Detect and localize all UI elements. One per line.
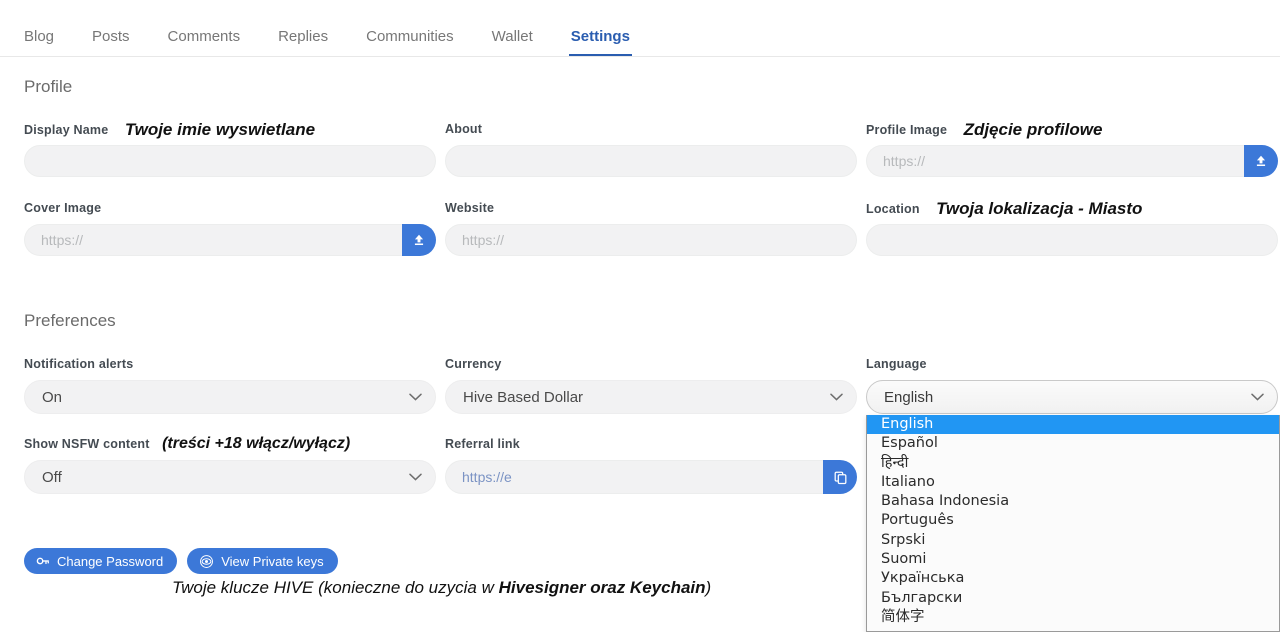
language-option[interactable]: Español	[867, 434, 1279, 453]
cover-image-label: Cover Image	[24, 200, 102, 215]
location-input-wrap	[866, 224, 1278, 256]
keys-footnote-bold: Hivesigner oraz Keychain	[498, 578, 706, 597]
location-annotation: Twoja lokalizacja - Miasto	[936, 199, 1143, 218]
website-label-row: Website	[445, 199, 857, 219]
language-option[interactable]: हिन्दी	[867, 454, 1279, 473]
currency-label-row: Currency	[445, 355, 857, 375]
location-input[interactable]	[866, 224, 1278, 256]
tab-settings[interactable]: Settings	[568, 29, 633, 56]
website-input[interactable]	[445, 224, 857, 256]
keys-footnote: Twoje klucze HIVE (konieczne do uzycia w…	[172, 578, 711, 598]
about-input[interactable]	[445, 145, 857, 177]
keys-footnote-part1: Twoje klucze HIVE (konieczne do uzycia w	[172, 578, 499, 597]
change-password-button[interactable]: Change Password	[24, 548, 178, 574]
profile-image-annotation: Zdjęcie profilowe	[963, 120, 1103, 139]
display-name-input-wrap	[24, 145, 436, 177]
tab-posts[interactable]: Posts	[92, 29, 130, 56]
field-referral-link: Referral link	[445, 435, 857, 494]
eye-icon	[200, 554, 214, 568]
field-show-nsfw: Show NSFW content (treści +18 włącz/wyłą…	[24, 435, 436, 494]
referral-link-input-wrap	[445, 460, 857, 494]
key-icon	[36, 557, 49, 565]
show-nsfw-label: Show NSFW content	[24, 437, 150, 451]
profile-image-label: Profile Image	[866, 123, 948, 137]
notification-alerts-select[interactable]: On	[24, 380, 436, 414]
field-currency: Currency Hive Based Dollar	[445, 355, 857, 414]
language-option[interactable]: Български	[867, 589, 1279, 608]
field-about: About	[445, 120, 857, 177]
language-option[interactable]: Português	[867, 511, 1279, 530]
location-label-row: Location Twoja lokalizacja - Miasto	[866, 199, 1278, 219]
about-input-wrap	[445, 145, 857, 177]
language-option[interactable]: 简体字	[867, 608, 1279, 627]
tab-wallet[interactable]: Wallet	[492, 29, 533, 56]
language-label-row: Language	[866, 355, 1278, 375]
language-option[interactable]: Suomi	[867, 550, 1279, 569]
show-nsfw-select[interactable]: Off	[24, 460, 436, 494]
about-label-row: About	[445, 120, 857, 140]
notification-alerts-label: Notification alerts	[24, 356, 134, 371]
field-website: Website	[445, 199, 857, 256]
tab-comments[interactable]: Comments	[168, 29, 241, 56]
language-option[interactable]: Українська	[867, 569, 1279, 588]
profile-image-upload-button[interactable]	[1244, 145, 1278, 177]
display-name-label: Display Name	[24, 123, 109, 137]
field-profile-image: Profile Image Zdjęcie profilowe	[866, 120, 1278, 177]
field-display-name: Display Name Twoje imie wyswietlane	[24, 120, 436, 177]
about-label: About	[445, 121, 483, 136]
profile-image-input-wrap	[866, 145, 1278, 177]
view-private-keys-button[interactable]: View Private keys	[187, 548, 338, 574]
profile-image-label-row: Profile Image Zdjęcie profilowe	[866, 120, 1278, 140]
currency-label: Currency	[445, 356, 502, 371]
notification-alerts-label-row: Notification alerts	[24, 355, 436, 375]
language-select-wrap: English	[866, 380, 1278, 414]
notification-alerts-select-wrap: On	[24, 380, 436, 414]
referral-link-label: Referral link	[445, 436, 520, 451]
change-password-label: Change Password	[57, 553, 164, 569]
cover-image-input[interactable]	[24, 224, 402, 256]
view-private-keys-label: View Private keys	[221, 553, 324, 569]
language-option[interactable]: Srpski	[867, 531, 1279, 550]
cover-image-upload-button[interactable]	[402, 224, 436, 256]
referral-link-label-row: Referral link	[445, 435, 857, 455]
profile-section-title: Profile	[24, 77, 73, 96]
cover-image-label-row: Cover Image	[24, 199, 436, 219]
website-input-wrap	[445, 224, 857, 256]
show-nsfw-select-wrap: Off	[24, 460, 436, 494]
profile-image-input[interactable]	[866, 145, 1244, 177]
upload-icon	[414, 234, 424, 246]
field-cover-image: Cover Image	[24, 199, 436, 256]
show-nsfw-annotation: (treści +18 włącz/wyłącz)	[162, 435, 351, 452]
account-actions-row: Change Password View Private keys	[24, 548, 338, 574]
tab-replies[interactable]: Replies	[278, 29, 328, 56]
upload-icon	[1256, 155, 1266, 167]
field-notification-alerts: Notification alerts On	[24, 355, 436, 414]
display-name-input[interactable]	[24, 145, 436, 177]
language-select[interactable]: English	[866, 380, 1278, 414]
referral-link-copy-button[interactable]	[823, 460, 857, 494]
language-option[interactable]: Bahasa Indonesia	[867, 492, 1279, 511]
currency-select[interactable]: Hive Based Dollar	[445, 380, 857, 414]
language-option[interactable]: English	[867, 415, 1279, 435]
copy-icon	[834, 471, 846, 484]
display-name-annotation: Twoje imie wyswietlane	[124, 120, 316, 139]
field-location: Location Twoja lokalizacja - Miasto	[866, 199, 1278, 256]
cover-image-input-wrap	[24, 224, 436, 256]
show-nsfw-label-row: Show NSFW content (treści +18 włącz/wyłą…	[24, 435, 436, 455]
referral-link-input[interactable]	[445, 460, 823, 494]
language-label: Language	[866, 356, 927, 371]
preferences-section-title: Preferences	[24, 311, 116, 330]
field-language: Language English	[866, 355, 1278, 414]
display-name-label-row: Display Name Twoje imie wyswietlane	[24, 120, 436, 140]
currency-select-wrap: Hive Based Dollar	[445, 380, 857, 414]
main-tab-bar: Blog Posts Comments Replies Communities …	[0, 0, 1280, 57]
keys-footnote-part2: )	[705, 578, 712, 597]
language-dropdown-list[interactable]: English Español हिन्दी Italiano Bahasa Indon…	[866, 415, 1280, 632]
settings-page: Blog Posts Comments Replies Communities …	[0, 0, 1280, 632]
tab-communities[interactable]: Communities	[366, 29, 454, 56]
tab-blog[interactable]: Blog	[24, 29, 54, 56]
website-label: Website	[445, 200, 495, 215]
location-label: Location	[866, 202, 920, 216]
language-option[interactable]: Italiano	[867, 473, 1279, 492]
